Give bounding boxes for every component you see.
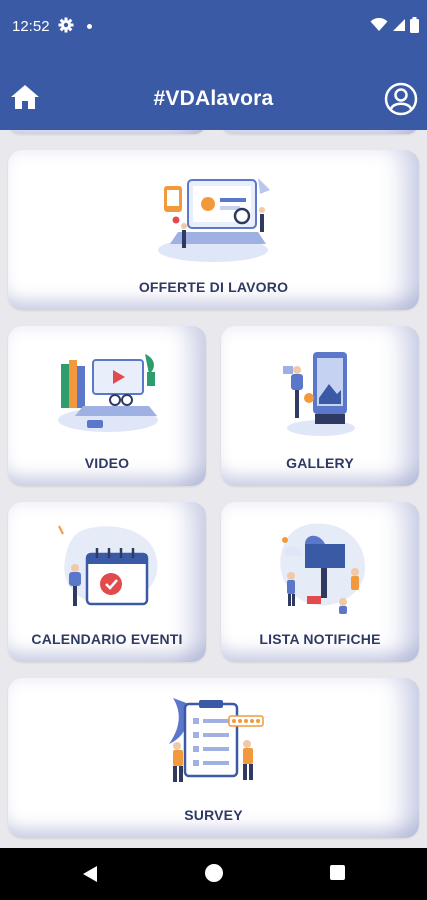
- status-bar: 12:52: [0, 0, 427, 56]
- status-time: 12:52: [12, 18, 50, 35]
- page-title: #VDAlavora: [153, 87, 274, 110]
- battery-icon: [410, 17, 419, 33]
- tile-lista-notifiche[interactable]: LISTA NOTIFICHE: [221, 502, 419, 662]
- tile-survey[interactable]: SURVEY: [8, 678, 419, 838]
- tile-label: OFFERTE DI LAVORO: [138, 279, 289, 295]
- tile-label: GALLERY: [286, 455, 354, 471]
- tile-label: LISTA NOTIFICHE: [259, 631, 381, 647]
- wifi-icon: [370, 18, 388, 31]
- survey-illustration: [169, 698, 264, 782]
- tile-gallery[interactable]: GALLERY: [221, 326, 419, 486]
- tile-label: VIDEO: [84, 455, 130, 471]
- tile-label: CALENDARIO EVENTI: [31, 631, 183, 647]
- notification-dot: [87, 24, 92, 29]
- account-icon[interactable]: [384, 82, 418, 116]
- gear-icon: [58, 17, 74, 33]
- calendar-illustration: [58, 525, 158, 606]
- dashboard-grid: OFFERTE DI LAVORO VIDEO GALLERY CALENDAR…: [0, 130, 427, 848]
- app-bar: #VDAlavora: [0, 56, 427, 130]
- recents-icon[interactable]: [330, 865, 345, 880]
- tile-partial-right[interactable]: [221, 130, 419, 134]
- tile-label: SURVEY: [184, 807, 243, 823]
- tile-partial-left[interactable]: [8, 130, 206, 134]
- video-illustration: [58, 354, 158, 432]
- notifications-illustration: [280, 523, 366, 614]
- tile-offerte-di-lavoro[interactable]: OFFERTE DI LAVORO: [8, 150, 419, 310]
- home-nav-icon[interactable]: [205, 864, 223, 882]
- job-offers-illustration: [158, 178, 270, 262]
- signal-icon: [393, 19, 405, 31]
- tile-calendario-eventi[interactable]: CALENDARIO EVENTI: [8, 502, 206, 662]
- back-icon[interactable]: [82, 865, 98, 883]
- system-nav-bar: [0, 848, 427, 900]
- gallery-illustration: [283, 352, 355, 436]
- tile-video[interactable]: VIDEO: [8, 326, 206, 486]
